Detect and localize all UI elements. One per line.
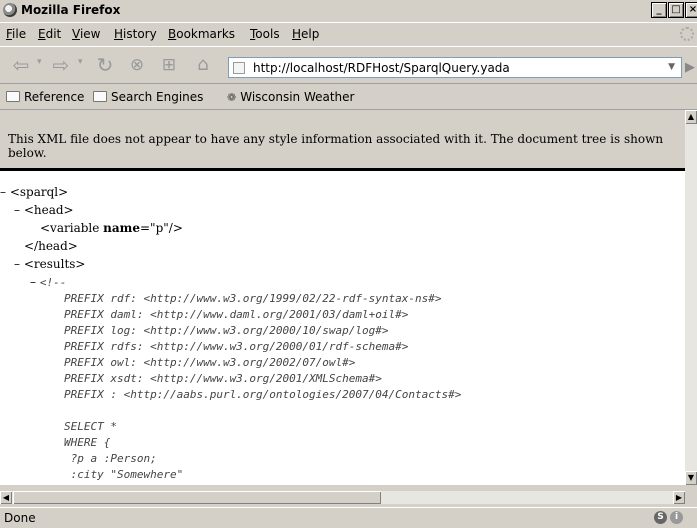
folder-icon — [6, 91, 20, 102]
browser-window: Mozilla Firefox _ □ × File Edit View Histo… — [0, 0, 697, 527]
throbber-icon — [680, 27, 694, 41]
title-bar: Mozilla Firefox _ □ × — [0, 0, 697, 23]
status-text: Done — [4, 511, 36, 525]
collapse-toggle[interactable]: – — [14, 203, 24, 217]
collapse-toggle[interactable]: – — [30, 275, 40, 289]
horizontal-scroll-thumb[interactable] — [13, 491, 381, 504]
comment-line: PREFIX rdfs: <http://www.w3.org/2000/01/… — [64, 340, 409, 353]
scroll-down-icon[interactable]: ▼ — [685, 471, 697, 485]
comment-line: ?p a :Person; — [64, 452, 157, 465]
close-button[interactable]: × — [685, 2, 697, 18]
comment-line: WHERE { — [64, 436, 111, 449]
page-favicon-icon — [233, 62, 245, 74]
menu-file[interactable]: File — [6, 27, 26, 41]
xml-notice-banner: This XML file does not appear to have an… — [0, 110, 685, 171]
address-bar[interactable]: http://localhost/RDFHost/SparqlQuery.yad… — [228, 57, 682, 78]
comment-line: PREFIX daml: <http://www.daml.org/2001/0… — [64, 308, 409, 321]
menu-help[interactable]: Help — [292, 27, 319, 41]
maximize-button[interactable]: □ — [668, 2, 684, 18]
comment-line: } — [64, 482, 78, 485]
minimize-button[interactable]: _ — [651, 2, 667, 18]
comment-line: SELECT * — [64, 420, 117, 433]
xml-punct: "/> — [163, 221, 183, 235]
bookmark-search-engines[interactable]: Search Engines — [93, 90, 203, 104]
xml-node-sparql: – <sparql> — [0, 184, 68, 201]
menu-tools[interactable]: Tools — [250, 27, 280, 41]
scrollbar-corner — [685, 491, 697, 504]
xml-attribute-name: name — [103, 221, 140, 235]
menu-bar: File Edit View History Bookmarks Tools H… — [0, 23, 697, 45]
xml-node-head: – <head> — [14, 202, 74, 219]
menu-history[interactable]: History — [114, 27, 157, 41]
address-dropdown-icon[interactable]: ▼ — [668, 62, 675, 72]
page-content: This XML file does not appear to have an… — [0, 110, 685, 485]
go-icon[interactable]: ▶ — [685, 60, 695, 75]
new-tab-icon[interactable]: ⊞ — [156, 53, 182, 77]
forward-icon[interactable]: ⇨ — [48, 53, 74, 77]
comment-line: PREFIX : <http://aabs.purl.org/ontologie… — [64, 388, 462, 401]
firefox-icon — [3, 3, 17, 17]
bookmark-reference[interactable]: Reference — [6, 90, 84, 104]
address-url[interactable]: http://localhost/RDFHost/SparqlQuery.yad… — [253, 61, 510, 75]
xml-tag: <sparql> — [9, 185, 69, 199]
menu-bookmarks[interactable]: Bookmarks — [168, 27, 235, 41]
xml-node-variable: <variable name="p"/> — [40, 220, 183, 237]
forward-history-dropdown-icon[interactable]: ▾ — [78, 57, 83, 67]
bookmark-label: Wisconsin Weather — [240, 90, 355, 104]
stop-icon[interactable]: ⊗ — [124, 53, 150, 77]
window-controls: _ □ × — [650, 2, 697, 18]
vertical-scrollbar[interactable]: ▲ ▼ — [685, 110, 697, 485]
scroll-right-icon[interactable]: ▶ — [673, 491, 685, 504]
window-title: Mozilla Firefox — [21, 3, 121, 17]
xml-tag: </head> — [24, 239, 78, 253]
menu-view[interactable]: View — [72, 27, 100, 41]
home-icon[interactable]: ⌂ — [190, 53, 216, 77]
comment-line: PREFIX log: <http://www.w3.org/2000/10/s… — [64, 324, 389, 337]
xml-node-results: – <results> — [14, 256, 85, 273]
status-addon-icon[interactable]: S — [654, 511, 667, 524]
reload-icon[interactable]: ↻ — [92, 53, 118, 77]
bookmark-label: Search Engines — [111, 90, 204, 104]
xml-node-comment: – <!-- — [30, 274, 66, 291]
xml-tag: <variable — [40, 221, 104, 235]
scroll-left-icon[interactable]: ◀ — [0, 491, 12, 504]
folder-icon — [93, 91, 107, 102]
status-security-icon[interactable]: i — [670, 511, 683, 524]
live-bookmark-icon: ❁ — [227, 91, 237, 104]
collapse-toggle[interactable]: – — [0, 185, 10, 199]
xml-node-head-close: </head> — [24, 238, 78, 255]
comment-line: PREFIX rdf: <http://www.w3.org/1999/02/2… — [64, 292, 442, 305]
xml-punct: =" — [140, 221, 156, 235]
comment-line: PREFIX xsdt: <http://www.w3.org/2001/XML… — [64, 372, 382, 385]
xml-tag: <results> — [23, 257, 86, 271]
bookmark-label: Reference — [24, 90, 85, 104]
back-history-dropdown-icon[interactable]: ▾ — [37, 57, 42, 67]
scroll-up-icon[interactable]: ▲ — [685, 110, 697, 124]
bookmarks-toolbar: Reference Search Engines ❁ Wisconsin Weat… — [0, 83, 697, 110]
comment-line: PREFIX owl: <http://www.w3.org/2002/07/o… — [64, 356, 356, 369]
menu-edit[interactable]: Edit — [38, 27, 61, 41]
collapse-toggle[interactable]: – — [14, 257, 24, 271]
xml-tag: <head> — [23, 203, 74, 217]
back-icon[interactable]: ⇦ — [8, 53, 34, 77]
comment-open: <!-- — [39, 276, 67, 289]
bookmark-wisconsin-weather[interactable]: ❁ Wisconsin Weather — [227, 90, 354, 104]
horizontal-scrollbar[interactable]: ◀ ▶ — [0, 491, 685, 504]
comment-line: :city "Somewhere" — [64, 468, 184, 481]
status-bar: Done S i — [0, 507, 697, 528]
xml-notice-text: This XML file does not appear to have an… — [8, 132, 664, 160]
